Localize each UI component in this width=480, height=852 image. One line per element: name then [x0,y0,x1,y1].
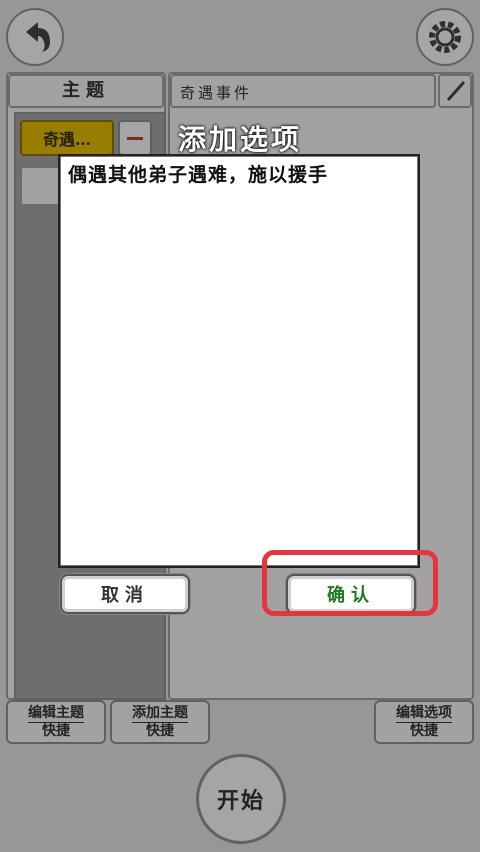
dialog-title: 添加选项 [177,123,302,156]
option-text-value: 偶遇其他弟子遇难，施以援手 [68,164,329,186]
option-text-area[interactable]: 偶遇其他弟子遇难，施以援手 [58,154,420,568]
confirm-highlight-box [262,550,438,616]
cancel-label: 取消 [101,585,149,606]
cancel-button[interactable]: 取消 [60,574,190,614]
